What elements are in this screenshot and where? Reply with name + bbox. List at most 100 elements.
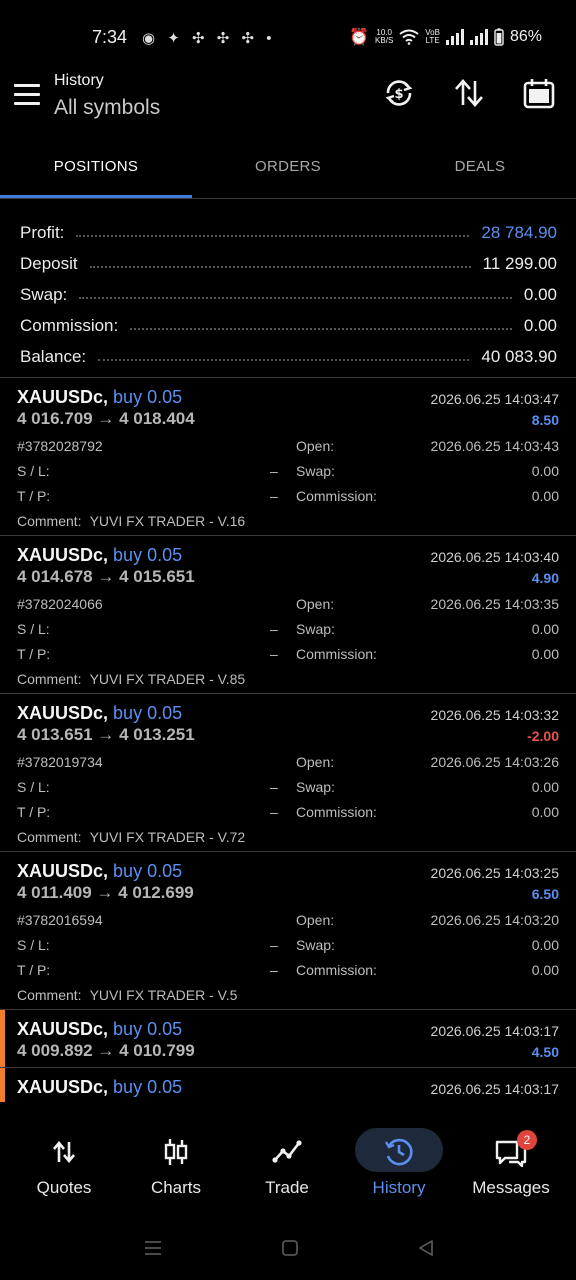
- comment: Comment: YUVI FX TRADER - V.85: [17, 671, 245, 687]
- volte-bottom: LTE: [425, 36, 440, 45]
- list-item[interactable]: XAUUSDc, buy 0.05 4 016.709 → 4 018.404 …: [0, 378, 576, 536]
- commission-label: Commission:: [296, 804, 377, 820]
- symbol-name: XAUUSDc,: [17, 545, 109, 565]
- list-item[interactable]: XAUUSDc, buy 0.05 4 014.678 → 4 015.651 …: [0, 536, 576, 694]
- menu-icon[interactable]: [14, 84, 40, 106]
- nav-trade[interactable]: Trade: [231, 1102, 343, 1212]
- wifi-icon: [399, 29, 419, 45]
- swap-label: Swap:: [296, 463, 335, 479]
- tab-orders[interactable]: ORDERS: [192, 146, 384, 198]
- summary-value: 0.00: [523, 316, 557, 335]
- commission-label: Commission:: [296, 646, 377, 662]
- symbol-name: XAUUSDc,: [17, 387, 109, 407]
- sort-icon[interactable]: [452, 76, 486, 110]
- bottom-navigation: Quotes Charts Trade History 2 Messages: [0, 1102, 576, 1212]
- open-time: 2026.06.25 14:03:20: [430, 912, 559, 928]
- deal-symbol: XAUUSDc, buy 0.05: [17, 1077, 182, 1098]
- net-speed-unit: KB/S: [375, 36, 394, 45]
- sl-label: S / L:: [17, 621, 50, 637]
- nav-label: Quotes: [36, 1178, 92, 1197]
- signal-icon: [445, 29, 464, 45]
- back-icon[interactable]: [415, 1238, 437, 1258]
- sl-value: –: [270, 463, 278, 479]
- status-right: ⏰ 10.0 KB/S VoB LTE 86%: [349, 27, 542, 47]
- tab-deals[interactable]: DEALS: [384, 146, 576, 198]
- summary-value: 0.00: [523, 285, 557, 304]
- open-label: Open:: [296, 754, 335, 770]
- home-icon[interactable]: [279, 1238, 301, 1258]
- deal-prices: 4 016.709 → 4 018.404: [17, 409, 195, 428]
- summary-profit: Profit: 28 784.90: [20, 212, 557, 243]
- list-item[interactable]: XAUUSDc, buy 0.05 4 013.651 → 4 013.251 …: [0, 694, 576, 852]
- sl-label: S / L:: [17, 463, 50, 479]
- deal-type: buy 0.05: [113, 387, 183, 407]
- symbol-filter[interactable]: All symbols: [54, 96, 160, 120]
- comment: Comment: YUVI FX TRADER - V.16: [17, 513, 245, 529]
- swap-label: Swap:: [296, 779, 335, 795]
- list-item[interactable]: XAUUSDc, buy 0.05 4 011.409 → 4 012.699 …: [0, 852, 576, 1010]
- tab-positions[interactable]: POSITIONS: [0, 146, 192, 198]
- history-clock-icon: [381, 1134, 417, 1170]
- open-label: Open:: [296, 596, 335, 612]
- list-item[interactable]: XAUUSDc, buy 0.05 2026.06.25 14:03:17: [0, 1068, 576, 1104]
- list-item[interactable]: XAUUSDc, buy 0.05 4 009.892 → 4 010.799 …: [0, 1010, 576, 1068]
- summary-label: Profit:: [20, 223, 65, 242]
- summary-label: Balance:: [20, 347, 87, 366]
- summary-label: Swap:: [20, 285, 68, 304]
- deal-profit: 4.90: [531, 570, 559, 586]
- comment-value: YUVI FX TRADER - V.5: [89, 987, 238, 1003]
- deal-profit: 4.50: [531, 1044, 559, 1060]
- deal-type: buy 0.05: [113, 545, 183, 565]
- tp-value: –: [270, 646, 278, 662]
- nav-messages[interactable]: 2 Messages: [455, 1102, 567, 1212]
- sl-label: S / L:: [17, 779, 50, 795]
- close-time: 2026.06.25 14:03:32: [430, 707, 559, 723]
- symbol-name: XAUUSDc,: [17, 861, 109, 881]
- commission-value: 0.00: [531, 804, 559, 820]
- candlestick-icon: [158, 1134, 194, 1170]
- nav-history[interactable]: History: [343, 1102, 455, 1212]
- deal-type: buy 0.05: [113, 703, 183, 723]
- summary-value: 28 784.90: [481, 223, 557, 242]
- deal-profit: -2.00: [527, 728, 559, 744]
- deal-prices: 4 011.409 → 4 012.699: [17, 883, 194, 902]
- sl-value: –: [270, 621, 278, 637]
- nav-label: Charts: [150, 1178, 202, 1197]
- notification-icons: ◉ ✦ ✣ ✣ ✣ •: [142, 30, 276, 47]
- recent-apps-icon[interactable]: [142, 1238, 164, 1258]
- tp-value: –: [270, 488, 278, 504]
- nav-label: History: [372, 1178, 426, 1197]
- commission-label: Commission:: [296, 962, 377, 978]
- status-time: 7:34: [92, 27, 128, 47]
- open-time: 2026.06.25 14:03:43: [430, 438, 559, 454]
- comment-value: YUVI FX TRADER - V.72: [89, 829, 246, 845]
- currency-exchange-icon[interactable]: $: [382, 76, 416, 110]
- nav-quotes[interactable]: Quotes: [8, 1102, 120, 1212]
- nav-label: Messages: [472, 1178, 550, 1197]
- comment-label: Comment:: [17, 987, 82, 1003]
- sl-value: –: [270, 937, 278, 953]
- deal-prices: 4 013.651 → 4 013.251: [17, 725, 195, 744]
- commission-value: 0.00: [531, 962, 559, 978]
- ticket: #3782028792: [17, 438, 103, 454]
- deal-profit: 8.50: [531, 412, 559, 428]
- quotes-arrows-icon: [46, 1134, 82, 1170]
- deal-prices: 4 009.892 → 4 010.799: [17, 1041, 195, 1060]
- status-bar: 7:34 ◉ ✦ ✣ ✣ ✣ • ⏰ 10.0 KB/S VoB LTE 86%: [0, 0, 576, 76]
- nav-charts[interactable]: Charts: [120, 1102, 232, 1212]
- system-navigation: [0, 1212, 576, 1280]
- sl-value: –: [270, 779, 278, 795]
- deal-profit: 6.50: [531, 886, 559, 902]
- open-label: Open:: [296, 438, 335, 454]
- tp-label: T / P:: [17, 962, 51, 978]
- close-time: 2026.06.25 14:03:40: [430, 549, 559, 565]
- dot-leader: [76, 235, 470, 237]
- deal-symbol: XAUUSDc, buy 0.05: [17, 545, 182, 566]
- swap-value: 0.00: [531, 621, 559, 637]
- dot-leader: [89, 266, 471, 268]
- ticket: #3782016594: [17, 912, 103, 928]
- calendar-icon[interactable]: [522, 76, 556, 110]
- deal-symbol: XAUUSDc, buy 0.05: [17, 703, 182, 724]
- app-header: History All symbols $: [0, 70, 576, 130]
- deal-symbol: XAUUSDc, buy 0.05: [17, 387, 182, 408]
